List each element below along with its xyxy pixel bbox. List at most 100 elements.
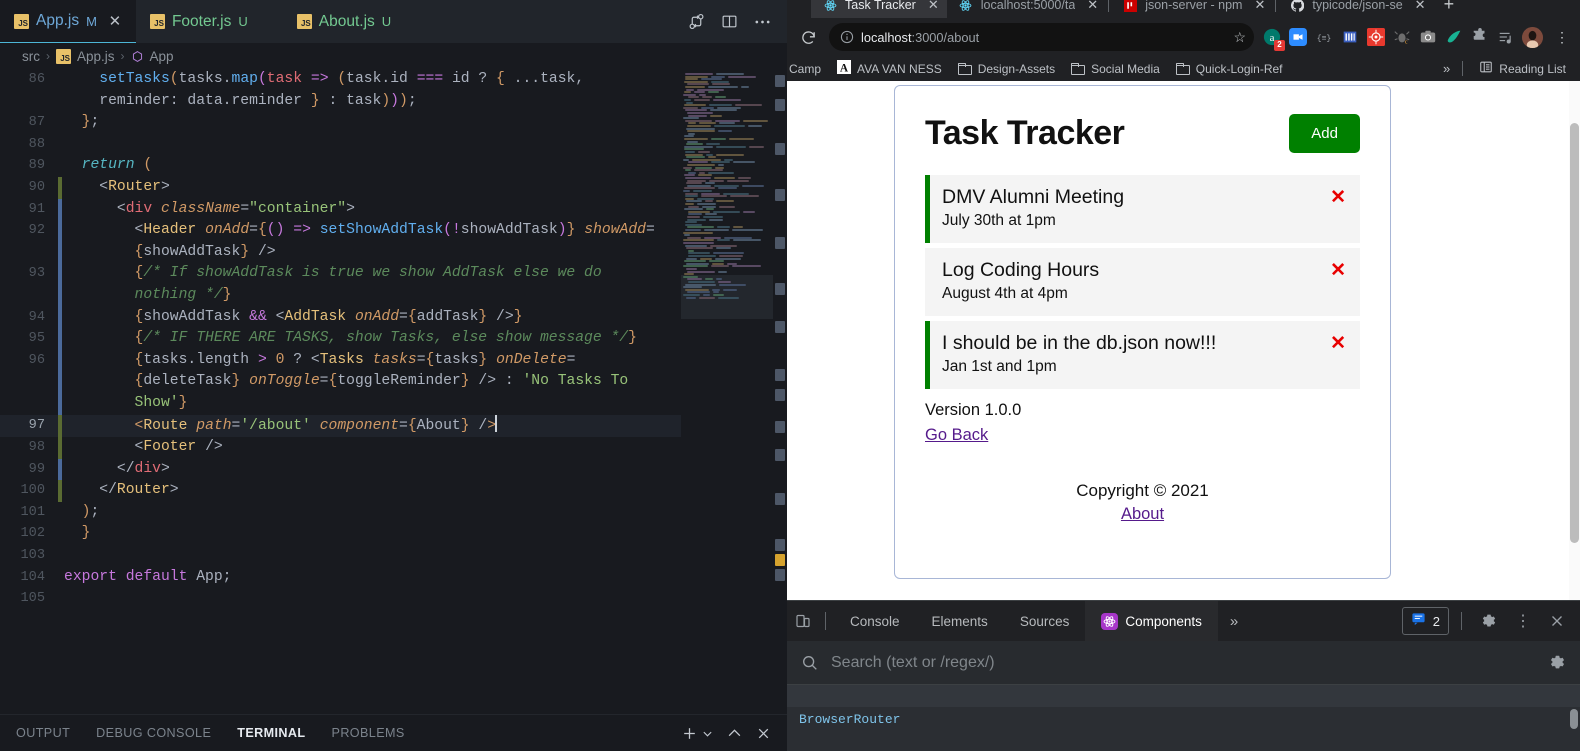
editor-minimap[interactable]: [681, 69, 773, 714]
reading-list-icon[interactable]: [1496, 28, 1515, 47]
task-item[interactable]: DMV Alumni Meeting July 30th at 1pm ✕: [925, 175, 1360, 243]
code-line[interactable]: 92 <Header onAdd={() => setShowAddTask(!…: [0, 220, 690, 242]
code-line[interactable]: 95 {/* IF THERE ARE TASKS, show Tasks, e…: [0, 328, 690, 350]
code-line[interactable]: 100 </Router>: [0, 480, 690, 502]
breadcrumb-symbol[interactable]: App: [150, 49, 174, 64]
close-icon[interactable]: [1542, 613, 1572, 629]
page-scrollbar[interactable]: [1569, 81, 1580, 600]
code-line[interactable]: 90 <Router>: [0, 177, 690, 199]
three-dot-menu-icon[interactable]: ⋮: [1550, 30, 1574, 44]
components-search-bar[interactable]: [787, 641, 1580, 685]
bookmark-ava-van-ness[interactable]: A AVA VAN NESS: [829, 60, 950, 77]
devtools-more-tabs-icon[interactable]: »: [1218, 613, 1250, 630]
code-line[interactable]: 99 </div>: [0, 459, 690, 481]
bookmark-design-assets[interactable]: Design-Assets: [950, 62, 1063, 76]
terminal-dropdown-icon[interactable]: [702, 728, 713, 739]
new-tab-button[interactable]: +: [1434, 0, 1465, 15]
components-tree-root-node[interactable]: BrowserRouter: [787, 707, 1580, 727]
close-icon[interactable]: ✕: [1254, 0, 1265, 13]
code-line[interactable]: 94 {showAddTask && <AddTask onAdd={addTa…: [0, 307, 690, 329]
bookmark-star-icon[interactable]: ☆: [1233, 29, 1246, 46]
close-icon[interactable]: ✕: [1415, 0, 1426, 13]
amazon-assistant-extension-icon[interactable]: a 2: [1262, 28, 1281, 47]
gear-icon[interactable]: [1474, 613, 1504, 629]
breadcrumb-root[interactable]: src: [22, 49, 40, 64]
bookmarks-overflow-icon[interactable]: »: [1439, 61, 1454, 76]
site-info-icon[interactable]: [840, 30, 854, 44]
close-icon[interactable]: ✕: [1087, 0, 1098, 13]
search-input[interactable]: [831, 654, 1549, 672]
source-control-compare-icon[interactable]: [688, 13, 705, 30]
close-icon[interactable]: ✕: [107, 12, 123, 30]
code-line[interactable]: 102 }: [0, 523, 690, 545]
gear-icon[interactable]: [1549, 654, 1566, 671]
add-terminal-icon[interactable]: [681, 725, 698, 742]
panel-tab-output[interactable]: OUTPUT: [16, 726, 70, 740]
code-line[interactable]: 97 <Route path='/about' component={About…: [0, 415, 690, 438]
add-task-button[interactable]: Add: [1289, 114, 1360, 153]
code-line[interactable]: {showAddTask} />: [0, 242, 690, 264]
delete-task-icon[interactable]: ✕: [1320, 332, 1346, 355]
screenshot-camera-extension-icon[interactable]: [1418, 28, 1437, 47]
reload-icon[interactable]: [793, 22, 823, 52]
reading-list-button[interactable]: Reading List: [1471, 60, 1574, 77]
code-line[interactable]: 105: [0, 588, 690, 610]
three-dot-menu-icon[interactable]: ⋮: [1508, 611, 1538, 631]
barcode-extension-icon[interactable]: [1340, 28, 1359, 47]
editor-tab-footer-js[interactable]: JS Footer.js U: [136, 0, 261, 43]
code-line[interactable]: 96 {tasks.length > 0 ? <Tasks tasks={tas…: [0, 350, 690, 372]
avatar[interactable]: [1522, 27, 1543, 48]
code-line[interactable]: 86 setTasks(tasks.map(task => (task.id =…: [0, 69, 690, 91]
bookmark-quick-login-ref[interactable]: Quick-Login-Ref: [1168, 62, 1291, 76]
address-bar[interactable]: localhost:3000/about ☆: [829, 23, 1254, 51]
code-line[interactable]: reminder: data.reminder } : task)));: [0, 91, 690, 113]
zoom-extension-icon[interactable]: [1288, 28, 1307, 47]
code-line[interactable]: Show'}: [0, 393, 690, 415]
editor-scrollbar[interactable]: [773, 69, 787, 714]
code-line[interactable]: 103: [0, 545, 690, 567]
split-editor-icon[interactable]: [721, 13, 738, 30]
code-line[interactable]: 93 {/* If showAddTask is true we show Ad…: [0, 263, 690, 285]
editor-tab-app-js[interactable]: JS App.js M ✕: [0, 0, 136, 43]
url-text[interactable]: localhost:3000/about: [861, 30, 1227, 45]
delete-task-icon[interactable]: ✕: [1320, 186, 1346, 209]
code-line[interactable]: 87 };: [0, 112, 690, 134]
code-line[interactable]: 89 return (: [0, 155, 690, 177]
panel-tab-debug-console[interactable]: DEBUG CONSOLE: [96, 726, 211, 740]
task-item[interactable]: I should be in the db.json now!!! Jan 1s…: [925, 321, 1360, 389]
bookmark-camp[interactable]: Camp: [787, 62, 829, 76]
more-actions-icon[interactable]: [754, 19, 771, 25]
devtools-tab-console[interactable]: Console: [834, 601, 916, 641]
grammarly-extension-icon[interactable]: [1444, 28, 1463, 47]
close-panel-icon[interactable]: [756, 726, 771, 741]
chrome-bug-extension-icon[interactable]: c: [1392, 28, 1411, 47]
editor-tab-about-js[interactable]: JS About.js U: [283, 0, 404, 43]
code-line[interactable]: 101 );: [0, 502, 690, 524]
bug-report-extension-icon[interactable]: [1366, 28, 1385, 47]
code-line[interactable]: {deleteTask} onToggle={toggleReminder} /…: [0, 371, 690, 393]
panel-tab-problems[interactable]: PROBLEMS: [332, 726, 405, 740]
task-item[interactable]: Log Coding Hours August 4th at 4pm ✕: [925, 248, 1360, 316]
message-badge[interactable]: 2: [1402, 607, 1449, 635]
devtools-tab-sources[interactable]: Sources: [1004, 601, 1086, 641]
code-line[interactable]: 98 <Footer />: [0, 437, 690, 459]
go-back-link[interactable]: Go Back: [925, 426, 988, 445]
panel-tab-terminal[interactable]: TERMINAL: [237, 726, 305, 740]
components-tree[interactable]: BrowserRouter: [787, 685, 1580, 751]
close-icon[interactable]: ✕: [928, 0, 939, 13]
breadcrumb-file[interactable]: App.js: [77, 49, 115, 64]
devtools-tab-elements[interactable]: Elements: [916, 601, 1004, 641]
extensions-puzzle-icon[interactable]: [1470, 28, 1489, 47]
devtools-tab-components[interactable]: Components: [1085, 601, 1218, 641]
code-line[interactable]: 88: [0, 134, 690, 156]
device-toolbar-icon[interactable]: [789, 613, 817, 629]
bookmark-social-media[interactable]: Social Media: [1063, 62, 1168, 76]
code-line[interactable]: 91 <div className="container">: [0, 199, 690, 221]
page-scrollbar-thumb[interactable]: [1570, 123, 1579, 543]
code-editor[interactable]: 86 setTasks(tasks.map(task => (task.id =…: [0, 69, 787, 714]
about-link[interactable]: About: [1121, 505, 1164, 524]
components-tree-scrollbar[interactable]: [1570, 709, 1578, 729]
equalizer-extension-icon[interactable]: {≡}: [1314, 28, 1333, 47]
maximize-panel-icon[interactable]: [727, 726, 742, 741]
code-line[interactable]: 104 export default App;: [0, 567, 690, 589]
